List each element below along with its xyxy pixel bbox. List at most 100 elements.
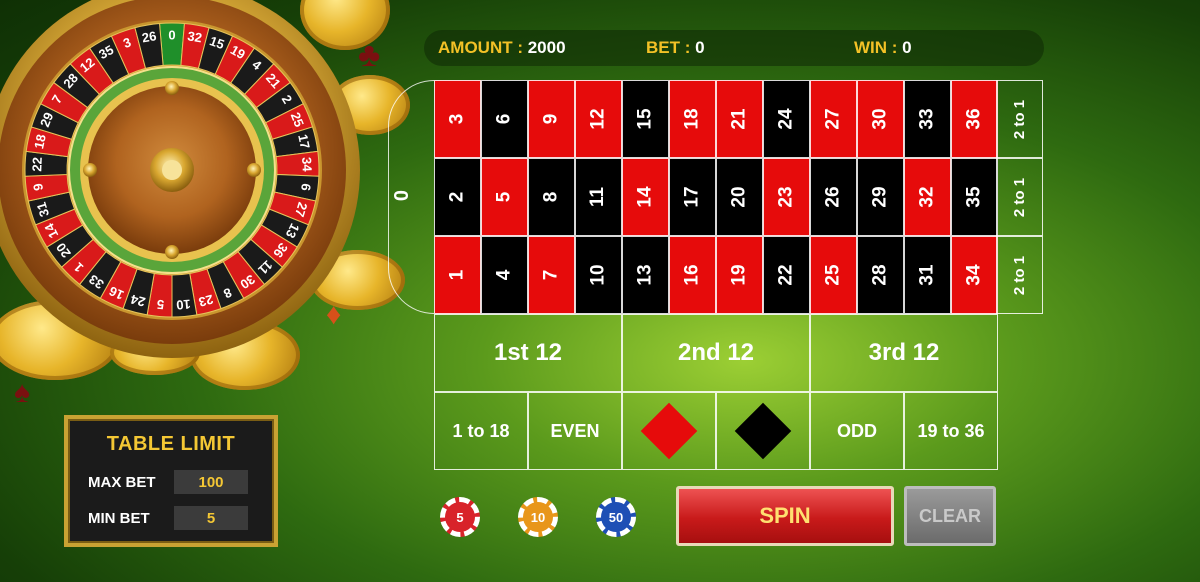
number-cell-17[interactable]: 17 bbox=[669, 158, 716, 236]
chip-value: 10 bbox=[525, 504, 551, 530]
number-label: 17 bbox=[681, 186, 703, 208]
number-cell-30[interactable]: 30 bbox=[857, 80, 904, 158]
wheel-pocket-number: 10 bbox=[176, 296, 192, 312]
bet-red[interactable] bbox=[622, 392, 716, 470]
number-cell-3[interactable]: 3 bbox=[434, 80, 481, 158]
number-cell-18[interactable]: 18 bbox=[669, 80, 716, 158]
number-cell-8[interactable]: 8 bbox=[528, 158, 575, 236]
number-label: 32 bbox=[916, 186, 938, 208]
betting-board: 0 3 6 9 12 15 18 21 24 27 30 33 36 2 5 8 11 14 17 20 23 26 29… bbox=[388, 80, 1044, 472]
number-cell-31[interactable]: 31 bbox=[904, 236, 951, 314]
number-cell-9[interactable]: 9 bbox=[528, 80, 575, 158]
number-cell-24[interactable]: 24 bbox=[763, 80, 810, 158]
number-cell-21[interactable]: 21 bbox=[716, 80, 763, 158]
number-cell-33[interactable]: 33 bbox=[904, 80, 951, 158]
number-label: 16 bbox=[681, 264, 703, 286]
chip-value: 5 bbox=[447, 504, 473, 530]
number-cell-27[interactable]: 27 bbox=[810, 80, 857, 158]
wheel-pocket-number: 26 bbox=[141, 28, 158, 45]
chip-5[interactable]: 5 bbox=[440, 497, 480, 537]
number-cell-23[interactable]: 23 bbox=[763, 158, 810, 236]
win-display: WIN : 0 bbox=[854, 38, 912, 58]
number-label: 22 bbox=[775, 264, 797, 286]
number-label: 20 bbox=[728, 186, 750, 208]
number-cell-13[interactable]: 13 bbox=[622, 236, 669, 314]
number-cell-28[interactable]: 28 bbox=[857, 236, 904, 314]
bet-1-to-18[interactable]: 1 to 18 bbox=[434, 392, 528, 470]
number-label: 21 bbox=[728, 108, 750, 130]
amount-display: AMOUNT : 2000 bbox=[438, 38, 566, 58]
number-cell-11[interactable]: 11 bbox=[575, 158, 622, 236]
max-bet-value: 100 bbox=[174, 470, 248, 494]
column-bet-bottom[interactable]: 2 to 1 bbox=[996, 236, 1043, 314]
number-label: 33 bbox=[916, 108, 938, 130]
clear-button[interactable]: CLEAR bbox=[904, 486, 996, 546]
number-cell-35[interactable]: 35 bbox=[951, 158, 998, 236]
number-label: 4 bbox=[493, 269, 515, 281]
chip-value: 50 bbox=[603, 504, 629, 530]
bet-black[interactable] bbox=[716, 392, 810, 470]
column-bet-top[interactable]: 2 to 1 bbox=[996, 80, 1043, 158]
number-cell-22[interactable]: 22 bbox=[763, 236, 810, 314]
number-cell-7[interactable]: 7 bbox=[528, 236, 575, 314]
number-label: 5 bbox=[493, 191, 515, 203]
number-label: 36 bbox=[963, 108, 985, 130]
spade-suit-icon: ♠ bbox=[14, 376, 30, 409]
column-bet-middle[interactable]: 2 to 1 bbox=[996, 158, 1043, 236]
dozen-bet-3rd[interactable]: 3rd 12 bbox=[810, 314, 998, 392]
dozen-bet-2nd[interactable]: 2nd 12 bbox=[622, 314, 810, 392]
number-label: 9 bbox=[540, 113, 562, 125]
number-cell-4[interactable]: 4 bbox=[481, 236, 528, 314]
wheel-pocket-number: 17 bbox=[295, 133, 313, 150]
wheel-pocket-number: 22 bbox=[29, 157, 45, 172]
number-label: 23 bbox=[775, 186, 797, 208]
amount-value: 2000 bbox=[527, 38, 566, 57]
amount-label: AMOUNT : bbox=[438, 38, 523, 57]
number-label: 19 bbox=[728, 264, 750, 286]
table-limit-panel: TABLE LIMIT MAX BET 100 MIN BET 5 bbox=[64, 415, 278, 547]
number-cell-1[interactable]: 1 bbox=[434, 236, 481, 314]
number-label: 25 bbox=[822, 264, 844, 286]
number-label: 12 bbox=[587, 108, 609, 130]
number-cell-15[interactable]: 15 bbox=[622, 80, 669, 158]
number-cell-36[interactable]: 36 bbox=[951, 80, 998, 158]
number-cell-16[interactable]: 16 bbox=[669, 236, 716, 314]
number-cell-14[interactable]: 14 bbox=[622, 158, 669, 236]
number-cell-6[interactable]: 6 bbox=[481, 80, 528, 158]
number-label: 28 bbox=[869, 264, 891, 286]
max-bet-label: MAX BET bbox=[88, 474, 156, 491]
number-cell-20[interactable]: 20 bbox=[716, 158, 763, 236]
number-label: 35 bbox=[963, 186, 985, 208]
number-label: 18 bbox=[681, 108, 703, 130]
number-label: 31 bbox=[916, 264, 938, 286]
bet-19-to-36[interactable]: 19 to 36 bbox=[904, 392, 998, 470]
number-label: 8 bbox=[540, 191, 562, 203]
number-cell-26[interactable]: 26 bbox=[810, 158, 857, 236]
chip-50[interactable]: 50 bbox=[596, 497, 636, 537]
number-cell-19[interactable]: 19 bbox=[716, 236, 763, 314]
number-cell-5[interactable]: 5 bbox=[481, 158, 528, 236]
number-cell-12[interactable]: 12 bbox=[575, 80, 622, 158]
win-label: WIN : bbox=[854, 38, 898, 57]
number-label: 34 bbox=[963, 264, 985, 286]
spin-button[interactable]: SPIN bbox=[676, 486, 894, 546]
chip-10[interactable]: 10 bbox=[518, 497, 558, 537]
bet-even[interactable]: EVEN bbox=[528, 392, 622, 470]
column-bet-label: 2 to 1 bbox=[1011, 99, 1028, 139]
number-cell-10[interactable]: 10 bbox=[575, 236, 622, 314]
number-cell-32[interactable]: 32 bbox=[904, 158, 951, 236]
roulette-wheel: 0 32 15 19421225173462713361130823105241633… bbox=[0, 0, 360, 358]
number-cell-29[interactable]: 29 bbox=[857, 158, 904, 236]
number-cell-2[interactable]: 2 bbox=[434, 158, 481, 236]
number-label: 7 bbox=[540, 269, 562, 281]
bet-odd[interactable]: ODD bbox=[810, 392, 904, 470]
number-label: 3 bbox=[446, 113, 468, 125]
wheel-pocket-number: 0 bbox=[168, 27, 175, 42]
number-cell-0[interactable]: 0 bbox=[388, 80, 434, 314]
number-label: 14 bbox=[634, 186, 656, 208]
number-cell-25[interactable]: 25 bbox=[810, 236, 857, 314]
min-bet-value: 5 bbox=[174, 506, 248, 530]
number-cell-34[interactable]: 34 bbox=[951, 236, 998, 314]
bet-label: BET : bbox=[646, 38, 691, 57]
dozen-bet-1st[interactable]: 1st 12 bbox=[434, 314, 622, 392]
